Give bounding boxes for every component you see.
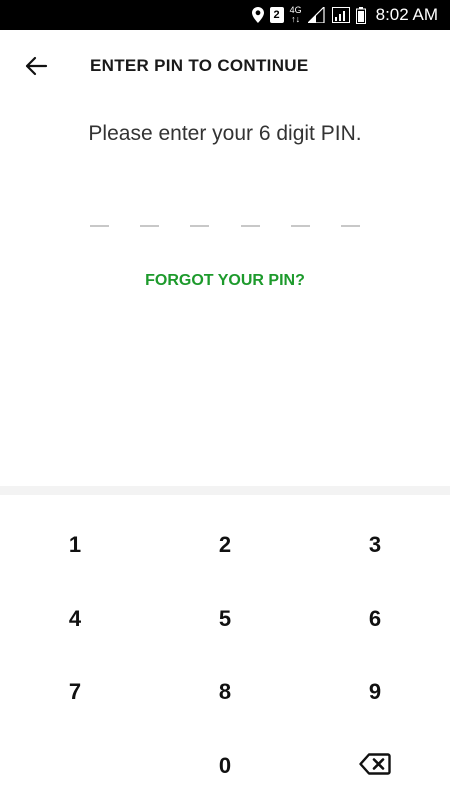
signal-bars-icon bbox=[331, 7, 350, 23]
pin-prompt: Please enter your 6 digit PIN. bbox=[88, 122, 362, 145]
back-button[interactable] bbox=[18, 50, 54, 82]
status-bar: 2 4G ↑↓ 8:02 AM bbox=[0, 0, 450, 30]
key-5[interactable]: 5 bbox=[150, 582, 300, 656]
pin-digit-slot bbox=[190, 225, 210, 227]
location-pin-icon bbox=[251, 7, 264, 23]
battery-icon bbox=[355, 6, 366, 24]
status-time: 8:02 AM bbox=[375, 5, 438, 24]
key-3[interactable]: 3 bbox=[300, 508, 450, 582]
pin-digit-slot bbox=[290, 225, 310, 227]
key-1[interactable]: 1 bbox=[0, 508, 150, 582]
key-4[interactable]: 4 bbox=[0, 582, 150, 656]
header: ENTER PIN TO CONTINUE bbox=[0, 30, 450, 102]
network-type: 4G ↑↓ bbox=[290, 6, 302, 24]
key-6[interactable]: 6 bbox=[300, 582, 450, 656]
pin-digit-slot bbox=[340, 225, 360, 227]
key-7[interactable]: 7 bbox=[0, 655, 150, 729]
forgot-pin-link[interactable]: FORGOT YOUR PIN? bbox=[0, 272, 450, 290]
page-title: ENTER PIN TO CONTINUE bbox=[90, 56, 309, 75]
keypad-divider bbox=[0, 486, 450, 495]
network-activity-label: ↑↓ bbox=[291, 14, 301, 24]
key-9[interactable]: 9 bbox=[300, 655, 450, 729]
key-8[interactable]: 8 bbox=[150, 655, 300, 729]
arrow-left-icon bbox=[25, 56, 48, 76]
key-2[interactable]: 2 bbox=[150, 508, 300, 582]
backspace-button[interactable] bbox=[300, 727, 450, 800]
sim-badge: 2 bbox=[269, 7, 284, 23]
signal-icon bbox=[307, 7, 326, 23]
pin-digit-slot bbox=[140, 225, 160, 227]
backspace-icon bbox=[359, 753, 391, 775]
pin-digit-slot bbox=[240, 225, 260, 227]
pin-digit-slot bbox=[90, 225, 109, 227]
key-0[interactable]: 0 bbox=[150, 729, 300, 800]
numeric-keypad: 1 2 3 4 5 6 7 8 9 0 bbox=[0, 508, 450, 800]
pin-entry bbox=[90, 225, 360, 229]
